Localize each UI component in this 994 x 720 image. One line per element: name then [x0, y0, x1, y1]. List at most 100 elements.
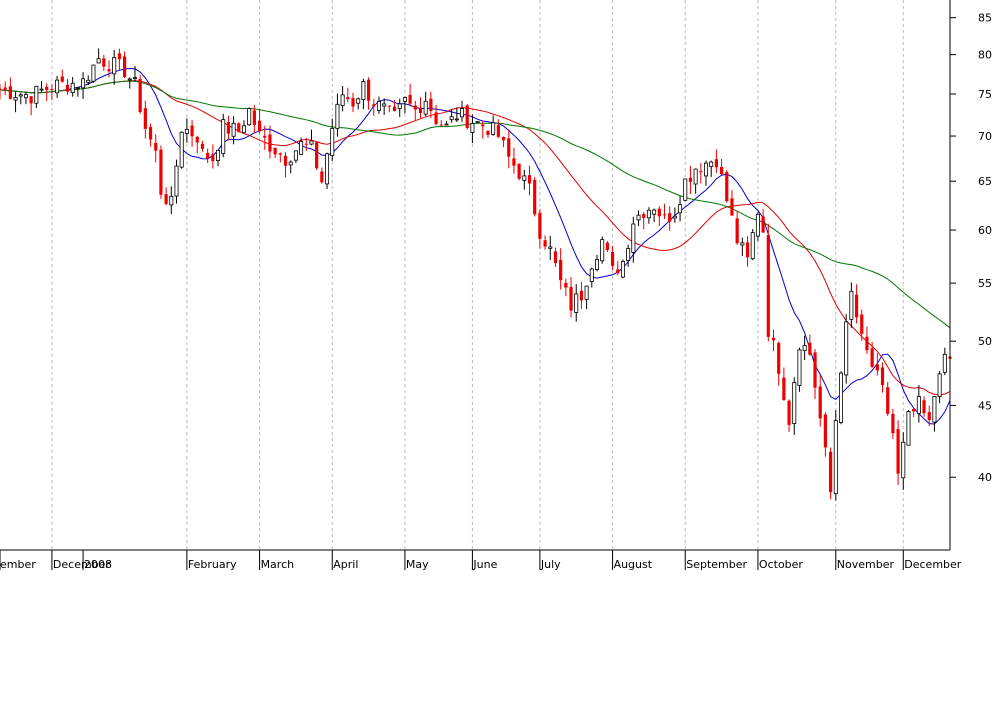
candle-body [886, 387, 890, 414]
candle-body [293, 150, 298, 161]
candle-body [777, 342, 781, 374]
y-tick-label: 80 [978, 49, 992, 62]
candle-body [833, 420, 838, 495]
stock-chart: 85 80 75 70 65 60 55 50 45 40 ember December 2008 Feb… [0, 0, 994, 720]
candle-body [740, 242, 745, 246]
candle-body [916, 396, 921, 414]
candle-body [678, 204, 683, 214]
candle [533, 177, 537, 217]
candle-body [60, 76, 64, 82]
x-tick-label: 2008 [84, 558, 112, 571]
candle-body [927, 412, 931, 421]
x-tick-label: July [540, 558, 561, 571]
x-tick-label: November [837, 558, 895, 571]
candle [159, 145, 163, 199]
candle-body [699, 171, 703, 173]
candle-body [216, 149, 221, 161]
candle-body [755, 213, 760, 237]
candle-body [527, 175, 532, 184]
candle-body [704, 162, 709, 177]
candle-body [683, 178, 688, 201]
candle-body [288, 161, 293, 166]
candle-body [553, 251, 558, 264]
candle-body [942, 353, 947, 373]
candle [833, 410, 838, 501]
candle-body [283, 155, 288, 166]
candle-body [870, 348, 874, 367]
candle-body [429, 98, 433, 111]
candle [600, 236, 605, 264]
candle-body [75, 87, 80, 89]
candle-body [325, 153, 330, 185]
candle-body [221, 119, 226, 154]
candle-body [844, 321, 849, 376]
candle-body [792, 382, 797, 424]
candle [906, 410, 911, 446]
candle [766, 223, 770, 342]
candle-body [782, 377, 786, 400]
candle-body [117, 53, 121, 60]
candle-body [18, 94, 23, 97]
candle-body [159, 149, 163, 195]
candle-body [672, 215, 677, 219]
candle-body [922, 400, 926, 414]
candle-body [356, 98, 361, 104]
candle-body [231, 122, 236, 137]
candle-body [620, 261, 625, 278]
candle-body [29, 96, 33, 104]
candle-body [574, 293, 579, 313]
candle [465, 104, 469, 130]
candle-body [195, 136, 199, 143]
y-tick-label: 70 [978, 130, 992, 143]
x-tick-label: March [261, 558, 295, 571]
candle-body [184, 129, 189, 134]
candle-body [564, 282, 568, 288]
chart-root: 85 80 75 70 65 60 55 50 45 40 ember December 2008 Feb… [0, 0, 994, 720]
candle-body [444, 123, 449, 126]
candle-body [808, 342, 812, 355]
candle-body [491, 122, 496, 135]
y-tick-label: 50 [978, 335, 992, 348]
candle [844, 314, 849, 384]
candle-body [263, 135, 267, 138]
candle-body [278, 153, 282, 155]
candle-body [169, 195, 174, 206]
candle-body [8, 86, 12, 99]
candle-body [636, 214, 641, 221]
y-tick-label: 75 [978, 88, 992, 101]
candle-body [538, 212, 542, 239]
x-tick-label: October [759, 558, 803, 571]
candle-body [23, 94, 28, 99]
candle-body [937, 373, 942, 397]
candle-body [402, 97, 407, 102]
candle-body [880, 367, 885, 386]
candle-body [335, 103, 340, 129]
candle-body [252, 110, 256, 125]
candle-body [96, 58, 101, 64]
candle-body [45, 86, 49, 90]
candle-body [320, 171, 324, 183]
candle-body [460, 108, 465, 118]
candle-body [273, 147, 277, 155]
candle-body [164, 194, 168, 204]
candle-body [65, 84, 70, 92]
candle-body [481, 124, 485, 127]
candle-body [543, 240, 547, 247]
candle [138, 75, 142, 114]
candle-body [766, 235, 770, 337]
candle-body [418, 107, 423, 113]
candle-body [376, 101, 381, 111]
candle-body [174, 165, 179, 197]
x-tick-label: August [614, 558, 653, 571]
candle-body [309, 140, 314, 145]
y-tick-label: 65 [978, 175, 992, 188]
candle-body [616, 269, 620, 274]
candle-body [517, 163, 521, 179]
candle-body [268, 134, 272, 152]
candle-body [315, 142, 319, 169]
candle-body [891, 413, 895, 434]
candle-body [750, 232, 755, 260]
candle-body [657, 208, 661, 217]
candle [91, 64, 96, 83]
candle-body [594, 259, 599, 270]
